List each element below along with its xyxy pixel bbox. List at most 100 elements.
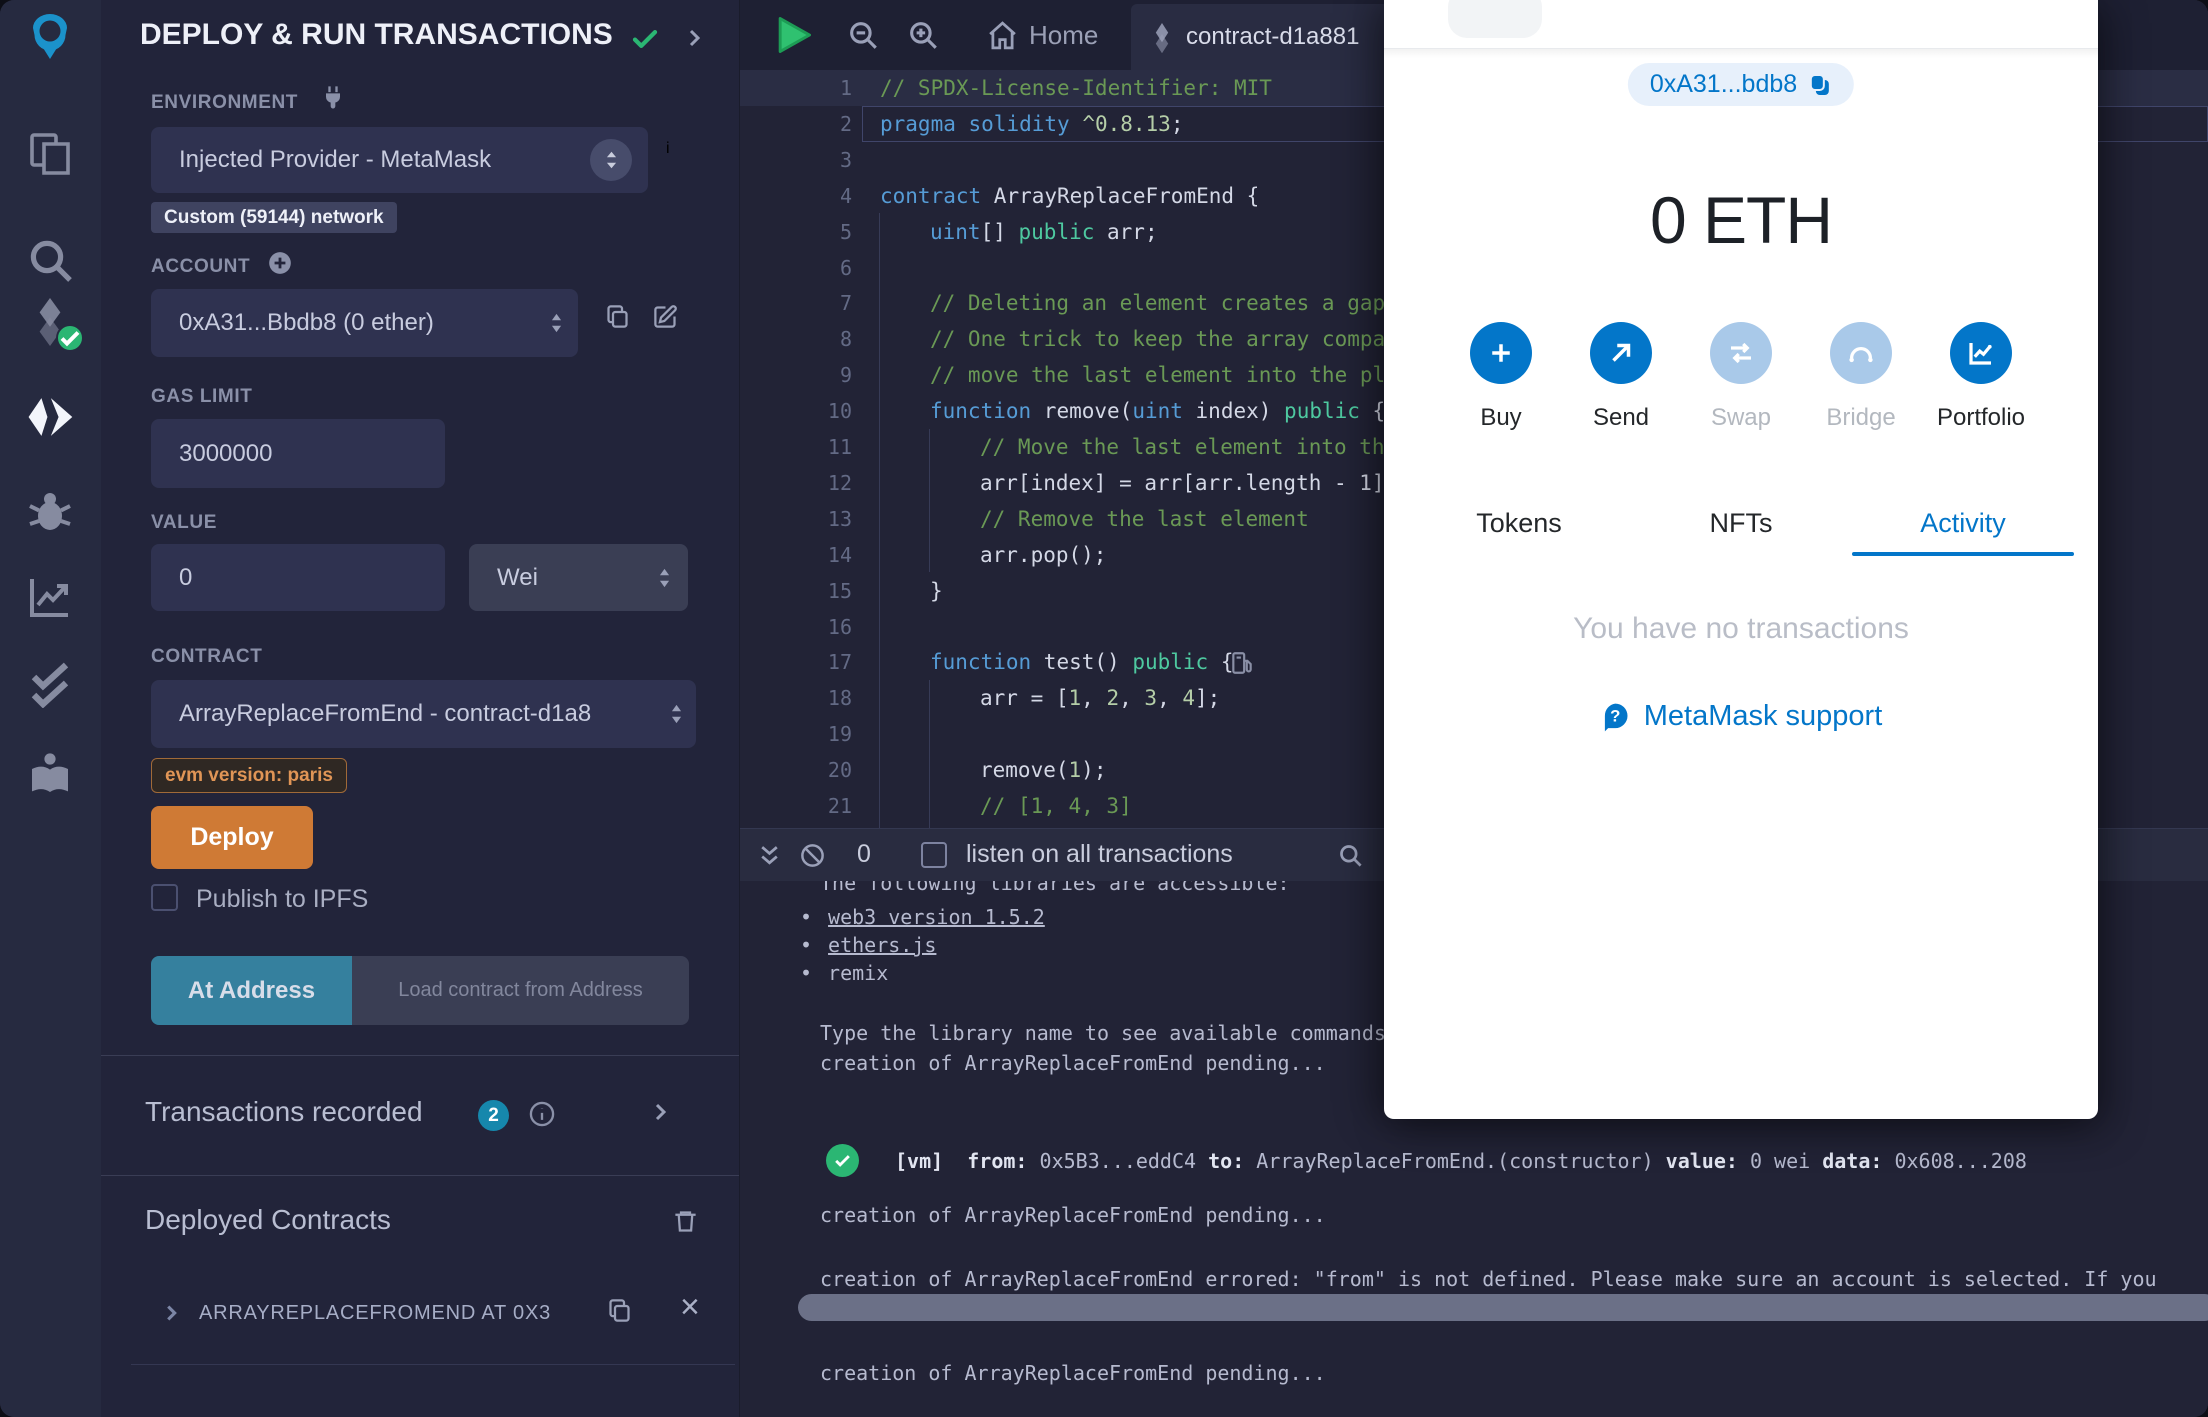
debugger-icon[interactable] [26, 486, 74, 534]
tab-activity[interactable]: Activity [1852, 500, 2074, 546]
terminal-log-line: Type the library name to see available c… [820, 1021, 1398, 1045]
account-label: ACCOUNT [151, 256, 251, 277]
panel-divider [131, 1364, 735, 1365]
value-input[interactable]: 0 [151, 544, 445, 611]
search-icon[interactable] [26, 236, 74, 284]
deploy-button[interactable]: Deploy [151, 806, 313, 869]
tab-nfts[interactable]: NFTs [1630, 500, 1852, 546]
tab-tokens[interactable]: Tokens [1408, 500, 1630, 546]
file-explorer-icon[interactable] [26, 130, 74, 178]
home-icon[interactable] [986, 19, 1019, 52]
line-number: 19 [827, 722, 852, 747]
terminal-vm-transaction-line[interactable]: [vm] from: 0x5B3...eddC4 to: ArrayReplac… [895, 1148, 2039, 1174]
contract-label: CONTRACT [151, 646, 263, 667]
metamask-support-link[interactable]: ? MetaMask support [1600, 700, 1882, 733]
contract-select-caret-icon [669, 703, 684, 725]
action-label-portfolio: Portfolio [1936, 404, 2026, 431]
action-label-buy: Buy [1480, 404, 1522, 431]
at-address-button[interactable]: At Address [151, 956, 352, 1025]
transactions-expand-chevron-icon[interactable] [648, 1100, 672, 1124]
sign-message-pencil-icon[interactable] [652, 303, 679, 330]
line-number: 16 [827, 614, 852, 639]
add-account-icon[interactable] [267, 250, 293, 276]
line-number: 7 [839, 291, 852, 316]
terminal-bullet-line: • remix [800, 961, 889, 985]
terminal-expand-chevrons-icon[interactable] [757, 843, 782, 868]
swap-arrows-icon [1726, 338, 1756, 368]
deployed-contract-item[interactable]: ARRAYREPLACEFROMEND AT 0X3 [199, 1302, 551, 1325]
unit-testing-icon[interactable] [26, 660, 74, 709]
action-send-button[interactable] [1590, 322, 1652, 384]
account-select[interactable]: 0xA31...Bbdb8 (0 ether) [151, 289, 578, 357]
account-address-pill[interactable]: 0xA31...bdb8 [1627, 63, 1855, 106]
panel-divider [101, 1055, 739, 1056]
publish-to-ipfs-label: Publish to IPFS [196, 885, 369, 913]
panel-title: DEPLOY & RUN TRANSACTIONS [140, 18, 613, 51]
terminal-log-line: creation of ArrayReplaceFromEnd pending.… [820, 1203, 1326, 1227]
action-portfolio-button[interactable] [1950, 322, 2012, 384]
publish-to-ipfs-checkbox[interactable] [151, 884, 178, 911]
clear-console-icon[interactable] [799, 842, 826, 869]
line-number: 9 [839, 363, 852, 388]
network-picker-partial[interactable] [1448, 0, 1542, 38]
remove-deployed-close-icon[interactable]: × [680, 1288, 700, 1327]
environment-select-toggle-icon[interactable] [590, 139, 632, 181]
deployed-contract-chevron-icon[interactable] [160, 1302, 182, 1324]
environment-select[interactable]: Injected Provider - MetaMask [151, 127, 648, 193]
deploy-run-panel: DEPLOY & RUN TRANSACTIONS ENVIRONMENT In… [101, 0, 739, 1417]
network-badge: Custom (59144) network [151, 202, 397, 233]
terminal-bullet-line[interactable]: • ethers.js [800, 932, 936, 958]
learneth-icon[interactable] [26, 750, 74, 798]
terminal-search-icon[interactable] [1337, 842, 1364, 869]
tab-home[interactable]: Home [1029, 20, 1098, 51]
at-address-input[interactable]: Load contract from Address [352, 956, 689, 1025]
action-label-swap: Swap [1710, 404, 1772, 431]
gas-estimate-pump-icon[interactable] [1229, 650, 1255, 676]
contract-select[interactable]: ArrayReplaceFromEnd - contract-d1a8 [151, 680, 696, 748]
portfolio-chart-icon [1966, 338, 1996, 368]
eth-balance: 0 ETH [1649, 183, 1833, 257]
statistics-icon[interactable] [26, 573, 74, 621]
plug-icon[interactable] [319, 84, 347, 112]
compile-success-check-icon [630, 24, 660, 54]
line-number: 13 [827, 506, 852, 531]
remix-logo-icon[interactable] [26, 12, 74, 60]
transaction-success-check-icon [826, 1144, 859, 1177]
line-number: 21 [827, 794, 852, 818]
deploy-and-run-icon[interactable] [26, 393, 74, 441]
header-shadow [1384, 49, 2098, 58]
send-arrow-icon [1606, 338, 1636, 368]
solidity-compiler-icon[interactable] [26, 298, 84, 352]
line-number: 12 [827, 470, 852, 495]
pending-tx-count: 0 [857, 840, 871, 868]
terminal-log-line: The following libraries are accessible: [820, 880, 1290, 895]
bridge-icon [1846, 338, 1876, 368]
copy-account-icon[interactable] [604, 303, 631, 330]
terminal-bullet-line[interactable]: • web3 version 1.5.2 [800, 904, 1045, 930]
panel-collapse-chevron-icon[interactable] [682, 26, 706, 50]
support-question-icon: ? [1600, 701, 1631, 732]
transactions-count-badge: 2 [478, 1100, 509, 1131]
zoom-in-icon[interactable] [906, 18, 940, 52]
line-number: 8 [839, 327, 852, 352]
transactions-recorded-label: Transactions recorded [145, 1096, 423, 1127]
transactions-info-icon[interactable] [528, 1100, 556, 1128]
line-number: 3 [839, 147, 852, 172]
terminal-horizontal-scrollbar[interactable] [798, 1294, 2208, 1321]
zoom-out-icon[interactable] [846, 18, 880, 52]
line-number: 4 [839, 183, 852, 208]
line-number: 15 [827, 578, 852, 603]
icon-sidebar [0, 0, 102, 1417]
value-unit-select[interactable]: Wei [469, 544, 688, 611]
gas-limit-label: GAS LIMIT [151, 386, 253, 407]
clear-deployed-trash-icon[interactable] [672, 1208, 699, 1235]
run-script-play-icon[interactable] [771, 13, 815, 57]
environment-info-icon[interactable]: i [666, 140, 670, 158]
line-number: 14 [827, 542, 852, 567]
listen-transactions-checkbox[interactable] [921, 842, 947, 868]
action-bridge-button [1830, 322, 1892, 384]
gas-limit-input[interactable]: 3000000 [151, 419, 445, 488]
line-number: 11 [827, 435, 852, 459]
action-buy-button[interactable] [1470, 322, 1532, 384]
copy-deployed-address-icon[interactable] [606, 1297, 633, 1324]
